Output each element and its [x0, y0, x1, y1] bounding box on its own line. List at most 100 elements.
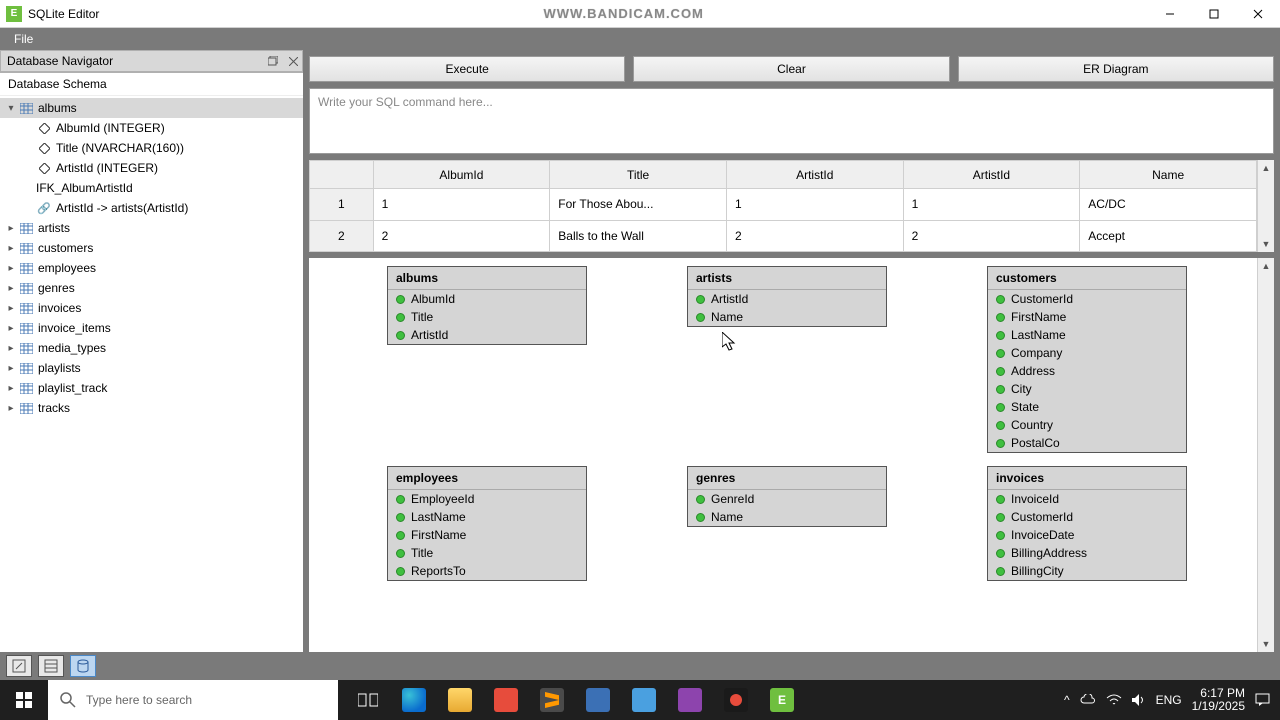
tree-fk-header[interactable]: IFK_AlbumArtistId: [0, 178, 303, 198]
app-mail-icon[interactable]: [622, 680, 666, 720]
key-dot-icon: [996, 295, 1005, 304]
grid-header[interactable]: Title: [550, 161, 727, 189]
tree-column[interactable]: AlbumId (INTEGER): [0, 118, 303, 138]
grid-header[interactable]: Name: [1080, 161, 1257, 189]
search-placeholder: Type here to search: [86, 693, 192, 707]
tray-chevron-icon[interactable]: ^: [1064, 693, 1070, 707]
app-calc-icon[interactable]: [576, 680, 620, 720]
grid-cell[interactable]: AC/DC: [1080, 189, 1257, 221]
start-button[interactable]: [0, 680, 48, 720]
tree-column[interactable]: Title (NVARCHAR(160)): [0, 138, 303, 158]
close-button[interactable]: [1236, 0, 1280, 28]
tree-table-customers[interactable]: ▸customers: [0, 238, 303, 258]
chevron-right-icon[interactable]: ▸: [4, 323, 18, 334]
entity-column: FirstName: [988, 308, 1186, 326]
tree-fk-detail[interactable]: 🔗 ArtistId -> artists(ArtistId): [0, 198, 303, 218]
maximize-button[interactable]: [1192, 0, 1236, 28]
tree-table-tracks[interactable]: ▸tracks: [0, 398, 303, 418]
er-scrollbar[interactable]: ▲ ▼: [1257, 258, 1274, 652]
tree-table-playlist_track[interactable]: ▸ playlist_track: [0, 378, 303, 398]
table-row[interactable]: 22Balls to the Wall22Accept: [310, 220, 1257, 252]
grid-cell[interactable]: Accept: [1080, 220, 1257, 252]
tree-table-playlists[interactable]: ▸playlists: [0, 358, 303, 378]
status-edit-icon[interactable]: [6, 655, 32, 677]
execute-button[interactable]: Execute: [309, 56, 625, 82]
tree-column[interactable]: ArtistId (INTEGER): [0, 158, 303, 178]
tree-label: playlist_track: [38, 381, 107, 395]
grid-cell[interactable]: For Those Abou...: [550, 189, 727, 221]
app-edge-icon[interactable]: [392, 680, 436, 720]
chevron-right-icon[interactable]: ▸: [4, 383, 18, 394]
entity-title: invoices: [988, 467, 1186, 490]
taskbar: Type here to search E ^ ENG 6:17 PM 1/19…: [0, 680, 1280, 720]
grid-cell[interactable]: 2: [903, 220, 1080, 252]
tray-wifi-icon[interactable]: [1106, 694, 1122, 706]
sql-input[interactable]: Write your SQL command here...: [309, 88, 1274, 154]
tray-cloud-icon[interactable]: [1080, 694, 1096, 706]
scroll-up-icon[interactable]: ▲: [1258, 258, 1274, 274]
tray-language[interactable]: ENG: [1156, 693, 1182, 707]
chevron-right-icon[interactable]: ▸: [4, 283, 18, 294]
taskbar-search[interactable]: Type here to search: [48, 680, 338, 720]
tray-notifications-icon[interactable]: [1255, 693, 1270, 707]
scroll-down-icon[interactable]: ▼: [1258, 636, 1274, 652]
tree-table-albums[interactable]: ▾ albums: [0, 98, 303, 118]
chevron-right-icon[interactable]: ▸: [4, 303, 18, 314]
table-row[interactable]: 11For Those Abou...11AC/DC: [310, 189, 1257, 221]
tree-table-invoice_items[interactable]: ▸invoice_items: [0, 318, 303, 338]
app-record-icon[interactable]: [714, 680, 758, 720]
grid-scrollbar[interactable]: ▲ ▼: [1257, 160, 1274, 252]
tree-table-invoices[interactable]: ▸invoices: [0, 298, 303, 318]
table-icon: [18, 381, 34, 395]
app-red-icon[interactable]: [484, 680, 528, 720]
tree-table-artists[interactable]: ▸artists: [0, 218, 303, 238]
key-dot-icon: [996, 349, 1005, 358]
minimize-button[interactable]: [1148, 0, 1192, 28]
grid-cell[interactable]: 1: [726, 189, 903, 221]
grid-header[interactable]: AlbumId: [373, 161, 550, 189]
chevron-right-icon[interactable]: ▸: [4, 263, 18, 274]
status-table-icon[interactable]: [38, 655, 64, 677]
entity-employees[interactable]: employeesEmployeeIdLastNameFirstNameTitl…: [387, 466, 587, 581]
grid-header[interactable]: ArtistId: [726, 161, 903, 189]
scroll-up-icon[interactable]: ▲: [1258, 160, 1274, 176]
chevron-right-icon[interactable]: ▸: [4, 223, 18, 234]
tray-clock[interactable]: 6:17 PM 1/19/2025: [1192, 687, 1245, 713]
grid-header[interactable]: ArtistId: [903, 161, 1080, 189]
grid-cell[interactable]: 2: [373, 220, 550, 252]
clear-button[interactable]: Clear: [633, 56, 949, 82]
entity-invoices[interactable]: invoicesInvoiceIdCustomerIdInvoiceDateBi…: [987, 466, 1187, 581]
window-title: SQLite Editor: [28, 7, 99, 21]
tree-table-genres[interactable]: ▸genres: [0, 278, 303, 298]
chevron-down-icon[interactable]: ▾: [4, 103, 18, 114]
app-sublime-icon[interactable]: [530, 680, 574, 720]
app-explorer-icon[interactable]: [438, 680, 482, 720]
entity-genres[interactable]: genresGenreIdName: [687, 466, 887, 527]
close-panel-icon[interactable]: [284, 52, 302, 70]
grid-cell[interactable]: Balls to the Wall: [550, 220, 727, 252]
task-view-icon[interactable]: [346, 680, 390, 720]
chevron-right-icon[interactable]: ▸: [4, 343, 18, 354]
grid-cell[interactable]: 1: [903, 189, 1080, 221]
tray-date: 1/19/2025: [1192, 700, 1245, 713]
status-db-icon[interactable]: [70, 655, 96, 677]
entity-artists[interactable]: artistsArtistIdName: [687, 266, 887, 327]
entity-customers[interactable]: customersCustomerIdFirstNameLastNameComp…: [987, 266, 1187, 453]
scroll-down-icon[interactable]: ▼: [1258, 236, 1274, 252]
tree-table-employees[interactable]: ▸employees: [0, 258, 303, 278]
erdiagram-button[interactable]: ER Diagram: [958, 56, 1274, 82]
app-vs-icon[interactable]: [668, 680, 712, 720]
menu-file[interactable]: File: [6, 30, 41, 48]
app-sqlite-editor-icon[interactable]: E: [760, 680, 804, 720]
entity-albums[interactable]: albumsAlbumIdTitleArtistId: [387, 266, 587, 345]
tree-table-media_types[interactable]: ▸media_types: [0, 338, 303, 358]
grid-cell[interactable]: 1: [373, 189, 550, 221]
er-canvas[interactable]: albumsAlbumIdTitleArtistId artistsArtistI…: [309, 258, 1257, 652]
chevron-right-icon[interactable]: ▸: [4, 403, 18, 414]
grid-cell[interactable]: 2: [726, 220, 903, 252]
restore-panel-icon[interactable]: [264, 52, 282, 70]
chevron-right-icon[interactable]: ▸: [4, 243, 18, 254]
entity-column: InvoiceDate: [988, 526, 1186, 544]
chevron-right-icon[interactable]: ▸: [4, 363, 18, 374]
tray-volume-icon[interactable]: [1132, 694, 1146, 706]
